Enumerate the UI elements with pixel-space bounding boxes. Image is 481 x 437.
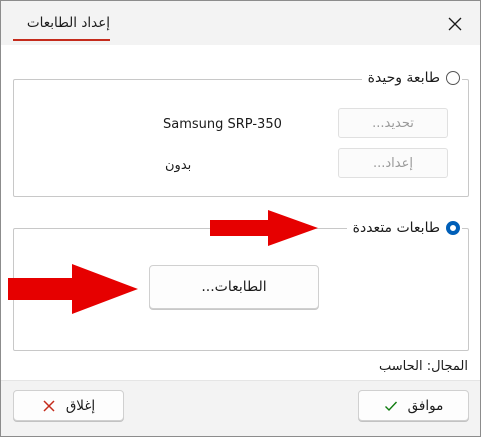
ok-button-label: موافق — [407, 397, 444, 414]
close-dialog-button[interactable]: إغلاق — [13, 390, 124, 421]
close-icon — [448, 17, 462, 31]
printers-button[interactable]: الطابعات... — [149, 265, 319, 309]
radio-unchecked-icon[interactable] — [446, 71, 460, 85]
multi-printer-label: طابعات متعددة — [352, 220, 440, 236]
dialog-footer: إغلاق موافق — [1, 380, 480, 436]
close-button[interactable] — [441, 11, 469, 37]
printer-name: Samsung SRP-350 — [163, 117, 282, 132]
title-bar: إعداد الطابعات — [1, 1, 480, 45]
single-printer-label: طابعة وحيدة — [367, 70, 440, 86]
radio-checked-icon[interactable] — [446, 221, 460, 235]
dialog-title: إعداد الطابعات — [26, 15, 110, 31]
select-printer-button[interactable]: تحديد... — [338, 108, 448, 138]
ok-button[interactable]: موافق — [358, 390, 469, 421]
paper-setting-value: بدون — [165, 158, 192, 173]
multi-printer-radio[interactable]: طابعات متعددة — [346, 220, 462, 236]
checkmark-icon — [384, 401, 397, 411]
x-icon — [43, 399, 55, 412]
title-underline — [13, 39, 110, 41]
red-arrow-icon — [210, 210, 318, 246]
single-printer-radio[interactable]: طابعة وحيدة — [361, 70, 462, 86]
setup-printer-button[interactable]: إعداد... — [338, 148, 448, 178]
close-button-label: إغلاق — [65, 397, 96, 414]
scope-label: المجال: الحاسب — [379, 359, 468, 374]
red-arrow-icon — [8, 264, 138, 314]
single-printer-group — [13, 79, 469, 197]
